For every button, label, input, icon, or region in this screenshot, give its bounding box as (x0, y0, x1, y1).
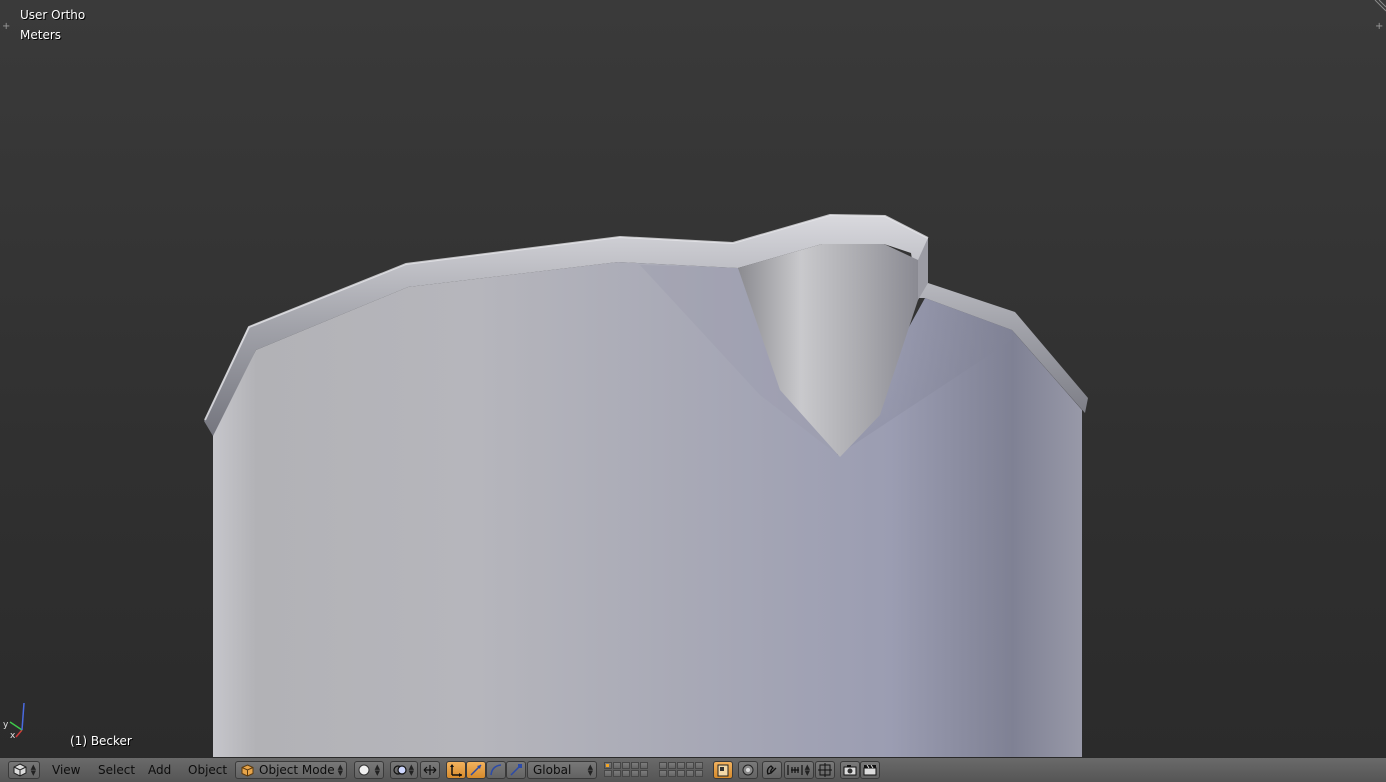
layer-button[interactable] (622, 769, 630, 777)
camera-icon (843, 765, 857, 776)
orientation-label: Global (533, 763, 572, 777)
layer-button[interactable] (695, 761, 703, 769)
active-object-label: (1) Becker (70, 734, 132, 748)
3d-viewport[interactable]: User Ortho Meters (1) Becker + + y x (0, 0, 1386, 757)
layer-button[interactable] (613, 761, 621, 769)
layer-button[interactable] (631, 769, 639, 777)
render-animation-button[interactable] (860, 761, 880, 779)
layer-button[interactable] (659, 761, 667, 769)
3d-view-cube-icon (13, 763, 27, 777)
solid-shading-icon (358, 764, 370, 776)
scale-icon (510, 764, 522, 776)
transform-orientation-dropdown[interactable]: Global ▲ ▼ (527, 761, 597, 779)
layer-button[interactable] (668, 761, 676, 769)
dropdown-arrows-icon: ▲ ▼ (374, 763, 380, 777)
layer-button[interactable] (677, 761, 685, 769)
layer-grid-2[interactable] (658, 760, 704, 778)
3d-view-header: ▲ ▼ View Select Add Object Object Mode ▲ ▼… (0, 757, 1386, 782)
proportional-edit-icon (742, 764, 754, 776)
layer-button[interactable] (695, 769, 703, 777)
layer-grid-1[interactable] (603, 760, 649, 778)
mode-label: Object Mode (259, 763, 335, 777)
layer-button[interactable] (622, 761, 630, 769)
lock-camera-layers-button[interactable] (713, 761, 733, 779)
snap-target-button[interactable] (815, 761, 835, 779)
layer-button[interactable] (613, 769, 621, 777)
layer-button[interactable] (640, 769, 648, 777)
view-name-label: User Ortho (20, 8, 86, 22)
curve-manipulator-button[interactable] (486, 761, 506, 779)
pivot-point-dropdown[interactable]: ▲ ▼ (390, 761, 418, 779)
layer-button[interactable] (640, 761, 648, 769)
axis-x-label: x (10, 731, 16, 739)
scale-manipulator-button[interactable] (506, 761, 526, 779)
layer-button[interactable] (668, 769, 676, 777)
snap-increment-icon (787, 765, 803, 775)
magnet-icon (766, 765, 777, 775)
editor-type-button[interactable]: ▲ ▼ (8, 761, 40, 779)
menu-object[interactable]: Object (186, 762, 229, 778)
viewport-shading-dropdown[interactable]: ▲ ▼ (354, 761, 384, 779)
cup-mesh[interactable] (0, 0, 1386, 757)
curve-icon (490, 764, 502, 776)
area-split-corner-icon[interactable]: + (1375, 22, 1383, 32)
axis-gizmo: y x (3, 702, 25, 739)
layers-lock-icon (717, 764, 729, 777)
area-corner-hatch-icon[interactable] (1373, 0, 1386, 13)
manipulator-toggle[interactable] (420, 761, 440, 779)
clapperboard-icon (863, 764, 877, 776)
menu-select[interactable]: Select (96, 762, 137, 778)
dropdown-arrows-icon: ▲ ▼ (337, 763, 343, 777)
snap-target-icon (818, 763, 832, 777)
layer-button[interactable] (659, 769, 667, 777)
snap-toggle-button[interactable] (762, 761, 782, 779)
dropdown-arrows-icon: ▲ ▼ (30, 763, 36, 777)
pivot-point-icon (393, 765, 407, 775)
menu-view[interactable]: View (50, 762, 82, 778)
layer-button[interactable] (604, 761, 612, 769)
layer-buttons[interactable] (603, 761, 649, 778)
axis-y-label: y (3, 720, 9, 730)
layer-button[interactable] (686, 761, 694, 769)
translate-icon (450, 764, 462, 777)
rotate-manipulator-button[interactable] (466, 761, 486, 779)
render-opengl-button[interactable] (840, 761, 860, 779)
dropdown-arrows-icon: ▲ ▼ (804, 763, 810, 777)
object-mode-icon (241, 763, 254, 777)
dropdown-arrows-icon: ▲ ▼ (587, 763, 593, 777)
snap-element-dropdown[interactable]: ▲ ▼ (784, 761, 814, 779)
proportional-edit-button[interactable] (738, 761, 758, 779)
translate-manipulator-button[interactable] (446, 761, 466, 779)
manipulator-arrows-icon (423, 765, 437, 775)
layer-button[interactable] (686, 769, 694, 777)
layer-buttons[interactable] (658, 761, 704, 778)
layer-button[interactable] (677, 769, 685, 777)
menu-add[interactable]: Add (146, 762, 173, 778)
area-split-corner-icon[interactable]: + (2, 22, 10, 32)
units-label: Meters (20, 28, 62, 42)
rotate-icon (470, 764, 482, 776)
mode-dropdown[interactable]: Object Mode ▲ ▼ (235, 761, 347, 779)
layer-button[interactable] (604, 769, 612, 777)
dropdown-arrows-icon: ▲ ▼ (408, 763, 414, 777)
layer-button[interactable] (631, 761, 639, 769)
